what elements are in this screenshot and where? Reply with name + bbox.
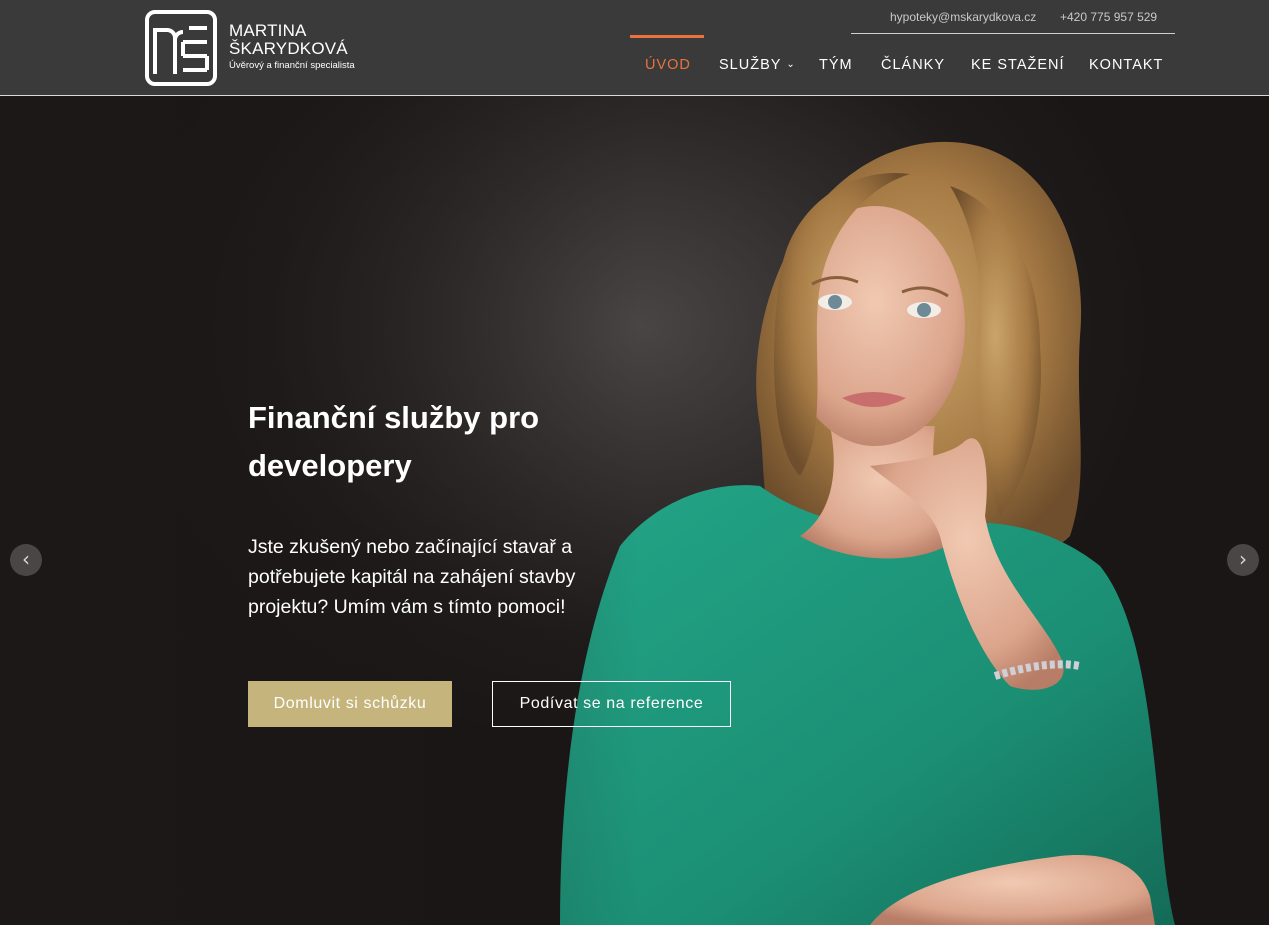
- brand-name-line2: ŠKARYDKOVÁ: [229, 39, 348, 58]
- brand-tagline: Úvěrový a finanční specialista: [229, 60, 355, 71]
- slider-next-button[interactable]: ›: [1227, 544, 1259, 576]
- contact-phone-link[interactable]: +420 775 957 529: [1060, 10, 1157, 24]
- slider-prev-button[interactable]: ‹: [10, 544, 42, 576]
- nav-item-tym[interactable]: TÝM: [819, 57, 853, 73]
- chevron-right-icon: ›: [1239, 547, 1247, 571]
- top-contact-bar: hypoteky@mskarydkova.cz +420 775 957 529: [851, 8, 1175, 34]
- chevron-down-icon: ⌄: [786, 59, 796, 70]
- active-nav-indicator: [630, 35, 704, 38]
- nav-item-kontakt[interactable]: KONTAKT: [1089, 57, 1163, 73]
- hero-title: Finanční služby pro developery: [248, 400, 540, 483]
- hero-slider: Finanční služby pro developery Jste zkuš…: [0, 96, 1269, 925]
- nav-item-sluzby-label: SLUŽBY: [719, 57, 782, 73]
- hero-description: Jste zkušený nebo začínající stavař a po…: [248, 536, 576, 618]
- brand-logo[interactable]: MARTINA ŠKARYDKOVÁ Úvěrový a finanční sp…: [145, 10, 355, 86]
- site-header: MARTINA ŠKARYDKOVÁ Úvěrový a finanční sp…: [0, 0, 1269, 96]
- brand-name: MARTINA ŠKARYDKOVÁ: [229, 22, 348, 58]
- nav-item-clanky[interactable]: ČLÁNKY: [881, 57, 945, 73]
- brand-name-line1: MARTINA: [229, 21, 307, 40]
- nav-item-sluzby[interactable]: SLUŽBY ⌄: [719, 57, 796, 73]
- ms-monogram-logo-icon: [145, 10, 217, 86]
- contact-email-link[interactable]: hypoteky@mskarydkova.cz: [890, 10, 1036, 24]
- nav-item-ke-stazeni[interactable]: KE STAŽENÍ: [971, 57, 1065, 73]
- schedule-meeting-button[interactable]: Domluvit si schůzku: [248, 681, 452, 727]
- nav-item-uvod[interactable]: ÚVOD: [645, 57, 691, 73]
- chevron-left-icon: ‹: [22, 547, 30, 571]
- hero-portrait-image: [0, 96, 1175, 925]
- view-references-button[interactable]: Podívat se na reference: [492, 681, 731, 727]
